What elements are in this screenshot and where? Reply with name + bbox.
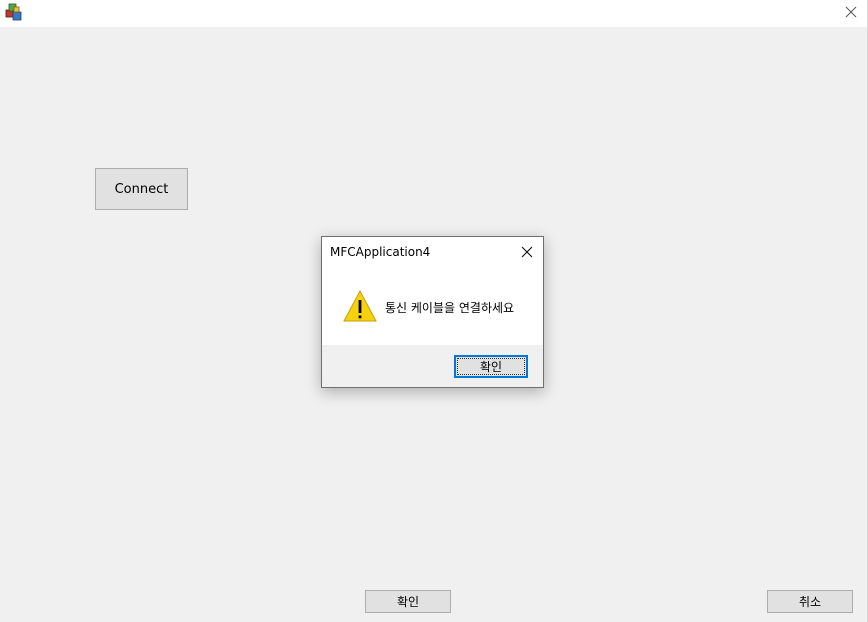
close-icon (521, 246, 533, 258)
message-dialog: MFCApplication4 통신 케이블을 연결하세요 확인 (321, 236, 544, 388)
dialog-ok-button[interactable]: 확인 (454, 355, 528, 378)
app-icon (5, 3, 23, 21)
cancel-button[interactable]: 취소 (767, 590, 853, 613)
focus-rect (457, 358, 525, 375)
connect-button[interactable]: Connect (95, 168, 188, 210)
window-titlebar (0, 0, 868, 27)
warning-icon (343, 289, 377, 323)
ok-button[interactable]: 확인 (365, 590, 451, 613)
dialog-close-button[interactable] (515, 241, 539, 263)
dialog-message: 통신 케이블을 연결하세요 (385, 301, 515, 315)
close-icon (845, 6, 857, 18)
window-close-button[interactable] (834, 0, 868, 24)
dialog-title: MFCApplication4 (330, 245, 431, 259)
